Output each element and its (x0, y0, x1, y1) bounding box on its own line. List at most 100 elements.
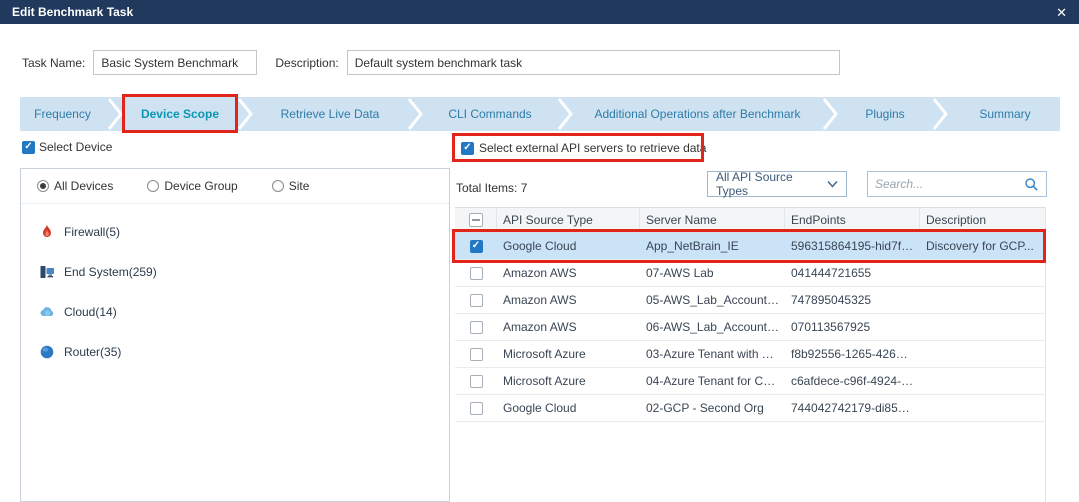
dropdown-selected-value: All API Source Types (716, 170, 827, 198)
cell-server-name: 04-Azure Tenant for Cro... (640, 374, 785, 388)
table-row[interactable]: Amazon AWS 07-AWS Lab 041444721655 (455, 260, 1045, 287)
table-row[interactable]: Microsoft Azure 04-Azure Tenant for Cro.… (455, 368, 1045, 395)
cloud-icon (39, 304, 55, 320)
cell-endpoints: 041444721655 (785, 266, 920, 280)
tab-device-scope[interactable]: Device Scope (125, 97, 235, 131)
device-type-firewall[interactable]: Firewall(5) (39, 224, 431, 240)
select-device-checkbox[interactable] (22, 141, 35, 154)
chevron-separator-icon (930, 97, 950, 131)
cell-server-name: 06-AWS_Lab_Account_07... (640, 320, 785, 334)
cell-description: Discovery for GCP... (920, 239, 1046, 253)
tab-summary[interactable]: Summary (950, 97, 1060, 131)
cell-server-name: 05-AWS_Lab_Account_74... (640, 293, 785, 307)
table-row[interactable]: Microsoft Azure 03-Azure Tenant with Tw.… (455, 341, 1045, 368)
dialog-titlebar: Edit Benchmark Task ✕ (0, 0, 1079, 24)
chevron-separator-icon (105, 97, 125, 131)
cell-api-source-type: Google Cloud (497, 401, 640, 415)
radio-device-group[interactable]: Device Group (147, 179, 237, 193)
select-device-label: Select Device (39, 140, 112, 154)
select-api-servers-row: Select external API servers to retrieve … (461, 141, 706, 155)
cell-endpoints: f8b92556-1265-426e-be... (785, 347, 920, 361)
cell-api-source-type: Microsoft Azure (497, 374, 640, 388)
column-header-api-source-type[interactable]: API Source Type (497, 208, 640, 232)
cell-api-source-type: Amazon AWS (497, 320, 640, 334)
device-filter-radio-row: All Devices Device Group Site (21, 169, 449, 204)
table-row[interactable]: Amazon AWS 06-AWS_Lab_Account_07... 0701… (455, 314, 1045, 341)
radio-icon (272, 180, 284, 192)
task-name-input[interactable] (93, 50, 257, 75)
description-input[interactable] (347, 50, 840, 75)
cell-server-name: 07-AWS Lab (640, 266, 785, 280)
device-type-cloud[interactable]: Cloud(14) (39, 304, 431, 320)
description-label: Description: (275, 56, 338, 70)
tab-retrieve-live-data[interactable]: Retrieve Live Data (255, 97, 405, 131)
row-checkbox[interactable] (470, 375, 483, 388)
tab-cli-commands[interactable]: CLI Commands (425, 97, 555, 131)
search-icon[interactable] (1024, 177, 1039, 192)
device-type-label: Router(35) (64, 345, 121, 359)
chevron-separator-icon (555, 97, 575, 131)
table-header-row: API Source Type Server Name EndPoints De… (455, 207, 1045, 233)
table-row[interactable]: Amazon AWS 05-AWS_Lab_Account_74... 7478… (455, 287, 1045, 314)
chevron-separator-icon (820, 97, 840, 131)
table-row[interactable]: Google Cloud App_NetBrain_IE 59631586419… (455, 233, 1045, 260)
end-system-icon (39, 264, 55, 280)
cell-endpoints: 744042742179-di8563hg... (785, 401, 920, 415)
radio-icon (37, 180, 49, 192)
cell-endpoints: 070113567925 (785, 320, 920, 334)
row-checkbox[interactable] (470, 240, 483, 253)
device-type-label: End System(259) (64, 265, 157, 279)
row-checkbox[interactable] (470, 348, 483, 361)
device-type-list: Firewall(5) End System(259) Cloud(14) (21, 204, 449, 404)
tab-plugins[interactable]: Plugins (840, 97, 930, 131)
cell-server-name: 02-GCP - Second Org (640, 401, 785, 415)
cell-api-source-type: Amazon AWS (497, 266, 640, 280)
select-api-servers-label: Select external API servers to retrieve … (479, 141, 706, 155)
column-header-endpoints[interactable]: EndPoints (785, 208, 920, 232)
close-icon[interactable]: ✕ (1056, 6, 1067, 19)
device-type-end-system[interactable]: End System(259) (39, 264, 431, 280)
api-source-type-dropdown[interactable]: All API Source Types (707, 171, 847, 197)
tab-additional-operations[interactable]: Additional Operations after Benchmark (575, 97, 820, 131)
edit-benchmark-task-dialog: Edit Benchmark Task ✕ Task Name: Descrip… (0, 0, 1079, 502)
task-form-row: Task Name: Description: (22, 50, 840, 75)
select-device-row: Select Device (22, 140, 112, 154)
device-scope-panel: All Devices Device Group Site Firewall(5… (20, 168, 450, 502)
table-row[interactable]: Google Cloud 02-GCP - Second Org 7440427… (455, 395, 1045, 422)
column-header-server-name[interactable]: Server Name (640, 208, 785, 232)
device-type-router[interactable]: Router(35) (39, 344, 431, 360)
cell-endpoints: c6afdece-c96f-4924-82b... (785, 374, 920, 388)
radio-all-devices[interactable]: All Devices (37, 179, 113, 193)
cell-server-name: App_NetBrain_IE (640, 239, 785, 253)
task-name-label: Task Name: (22, 56, 85, 70)
cell-endpoints: 596315864195-hid7fehc... (785, 239, 920, 253)
firewall-icon (39, 224, 55, 240)
radio-site[interactable]: Site (272, 179, 310, 193)
select-api-servers-checkbox[interactable] (461, 142, 474, 155)
row-checkbox[interactable] (470, 321, 483, 334)
cell-api-source-type: Microsoft Azure (497, 347, 640, 361)
device-type-label: Cloud(14) (64, 305, 117, 319)
cell-endpoints: 747895045325 (785, 293, 920, 307)
total-items-label: Total Items: 7 (456, 181, 527, 195)
radio-label: Site (289, 179, 310, 193)
cell-api-source-type: Google Cloud (497, 239, 640, 253)
wizard-tab-strip: Frequency Device Scope Retrieve Live Dat… (20, 97, 1060, 131)
column-header-description[interactable]: Description (920, 208, 1046, 232)
select-all-checkbox[interactable] (469, 213, 483, 227)
router-icon (39, 344, 55, 360)
radio-icon (147, 180, 159, 192)
header-checkbox-cell (455, 208, 497, 232)
cell-server-name: 03-Azure Tenant with Tw... (640, 347, 785, 361)
row-checkbox[interactable] (470, 267, 483, 280)
chevron-separator-icon (235, 97, 255, 131)
chevron-separator-icon (405, 97, 425, 131)
search-box (867, 171, 1047, 197)
tab-frequency[interactable]: Frequency (20, 97, 105, 131)
row-checkbox[interactable] (470, 402, 483, 415)
row-checkbox[interactable] (470, 294, 483, 307)
dialog-title: Edit Benchmark Task (12, 5, 133, 19)
search-input[interactable] (875, 177, 1024, 191)
cell-api-source-type: Amazon AWS (497, 293, 640, 307)
radio-label: All Devices (54, 179, 113, 193)
